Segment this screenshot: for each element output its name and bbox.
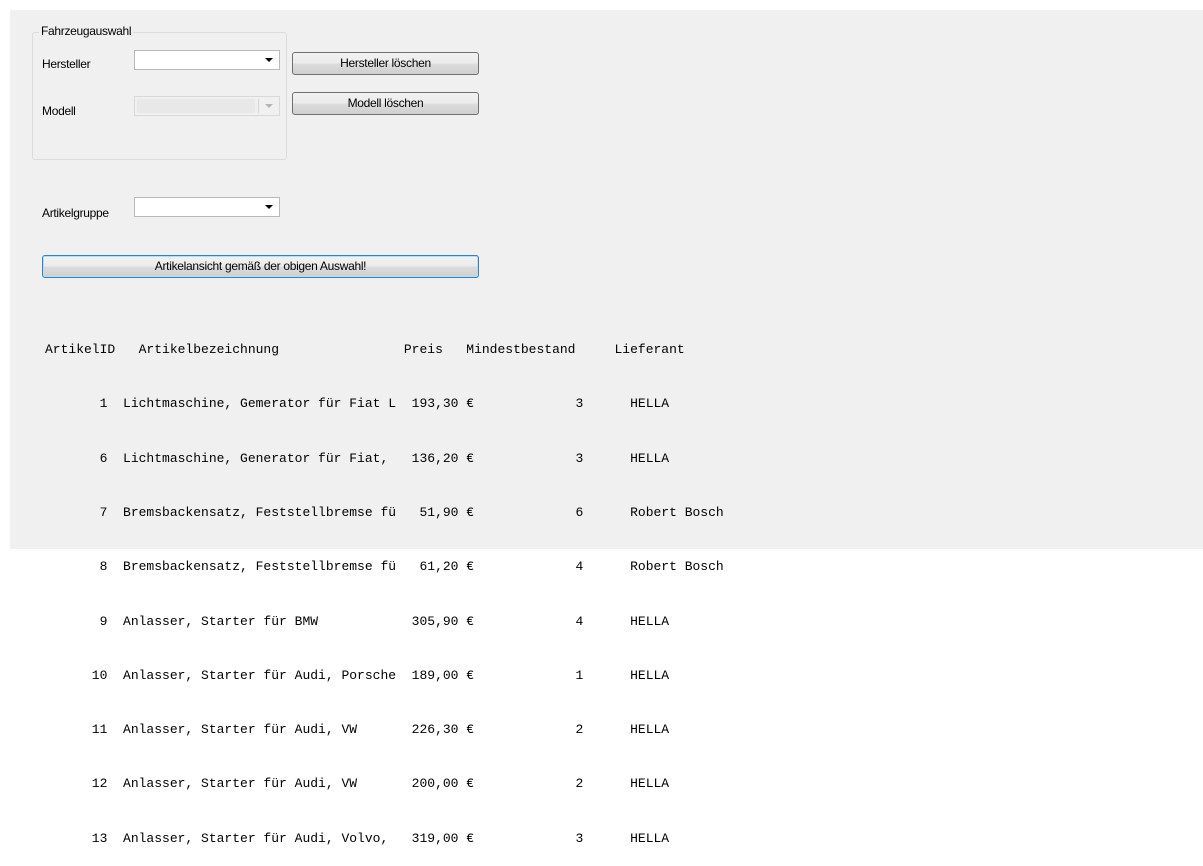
model-value-area (137, 99, 255, 113)
model-label: Modell (42, 104, 76, 118)
list-item[interactable]: 7 Bremsbackensatz, Feststellbremse fü 51… (45, 504, 724, 522)
manufacturer-label: Hersteller (42, 57, 91, 71)
article-group-label: Artikelgruppe (42, 206, 109, 220)
manufacturer-dropdown[interactable] (134, 50, 280, 70)
article-group-dropdown[interactable] (134, 197, 280, 217)
vehicle-selection-title: Fahrzeugauswahl (39, 24, 134, 38)
list-item[interactable]: 8 Bremsbackensatz, Feststellbremse fü 61… (45, 558, 724, 576)
list-item[interactable]: 11 Anlasser, Starter für Audi, VW 226,30… (45, 721, 724, 739)
chevron-down-icon (265, 58, 273, 62)
model-dropdown[interactable] (134, 96, 280, 116)
chevron-down-icon (265, 104, 273, 108)
chevron-down-icon (265, 205, 273, 209)
show-articles-button[interactable]: Artikelansicht gemäß der obigen Auswahl! (42, 255, 479, 278)
dropdown-separator (258, 99, 259, 113)
list-item[interactable]: 9 Anlasser, Starter für BMW 305,90 € 4 H… (45, 613, 724, 631)
list-item[interactable]: 10 Anlasser, Starter für Audi, Porsche 1… (45, 667, 724, 685)
clear-manufacturer-button[interactable]: Hersteller löschen (292, 52, 479, 75)
list-item[interactable]: 13 Anlasser, Starter für Audi, Volvo, 31… (45, 830, 724, 848)
list-header: ArtikelID Artikelbezeichnung Preis Minde… (45, 342, 685, 358)
list-item[interactable]: 12 Anlasser, Starter für Audi, VW 200,00… (45, 775, 724, 793)
list-item[interactable]: 6 Lichtmaschine, Generator für Fiat, 136… (45, 450, 724, 468)
article-list[interactable]: ArtikelID Artikelbezeichnung Preis Minde… (45, 305, 724, 866)
clear-model-button[interactable]: Modell löschen (292, 92, 479, 115)
list-item[interactable]: 1 Lichtmaschine, Gemerator für Fiat L 19… (45, 395, 724, 413)
